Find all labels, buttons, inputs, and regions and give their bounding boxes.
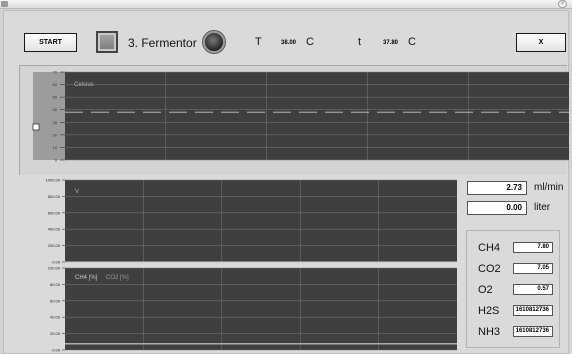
- gas-value-nh3: 1610812736: [513, 326, 553, 337]
- y-tick-label: 200.00: [48, 243, 61, 248]
- y-tick-label: 600.00: [48, 210, 61, 215]
- flow-value-field: 2.73: [467, 181, 527, 195]
- y-tick-label: 10: [53, 145, 58, 150]
- temperature-cursor-handle[interactable]: [32, 123, 40, 131]
- y-tick-label: 0.00: [52, 348, 61, 353]
- y-tick-label: 800.00: [48, 194, 61, 199]
- y-tick-label: 50: [53, 95, 58, 100]
- volume-unit-label: liter: [534, 202, 551, 213]
- gas-label-nh3: NH3: [478, 326, 501, 338]
- gas-label-co2: CO2: [478, 263, 501, 275]
- temperature-chart: 010203040506070 Celsius: [32, 70, 569, 163]
- y-tick-label: 80.00: [50, 282, 61, 287]
- flow-unit-label: ml/min: [534, 182, 564, 193]
- temperature-scale-panel: [33, 72, 65, 160]
- y-tick-label: 70: [53, 70, 58, 75]
- temperature-chart-title: Celsius: [74, 82, 94, 88]
- y-tick-label: 30: [53, 120, 58, 125]
- volume-value-field: 0.00: [467, 201, 527, 215]
- y-tick-label: 40: [53, 107, 58, 112]
- y-tick-label: 100.00: [48, 266, 61, 271]
- flow-chart: 0.00 200.00 400.00 600.00 800.00 1000.00 V: [46, 178, 457, 265]
- flow-chart-title: V: [75, 189, 79, 195]
- y-tick-label: 0.00: [52, 260, 61, 265]
- y-tick-label: 400.00: [48, 227, 61, 232]
- y-tick-label: 20.00: [50, 331, 61, 336]
- gas-chart: 0.00 20.00 40.00 60.00 80.00 100.00 CH4 [%] C…: [48, 266, 457, 353]
- gas-value-o2: 0.57: [513, 284, 553, 295]
- gas-label-h2s: H2S: [478, 305, 500, 317]
- y-tick-label: 20: [53, 132, 58, 137]
- temperature-plot-area: [65, 72, 569, 160]
- y-tick-label: 60: [53, 82, 58, 87]
- y-tick-label: 60.00: [50, 298, 61, 303]
- gas-label-ch4: CH4: [478, 242, 501, 254]
- gas-value-co2: 7.05: [513, 263, 553, 274]
- gas-legend-co2: CO2 [%]: [106, 275, 129, 281]
- gas-label-o2: O2: [478, 284, 493, 296]
- gas-legend-ch4: CH4 [%]: [75, 275, 98, 281]
- flow-plot-area: [65, 180, 457, 262]
- gas-value-ch4: 7.80: [513, 242, 553, 253]
- gas-value-h2s: 1610812736: [513, 305, 553, 316]
- y-tick-label: 1000.00: [46, 178, 61, 183]
- y-tick-label: 40.00: [50, 315, 61, 320]
